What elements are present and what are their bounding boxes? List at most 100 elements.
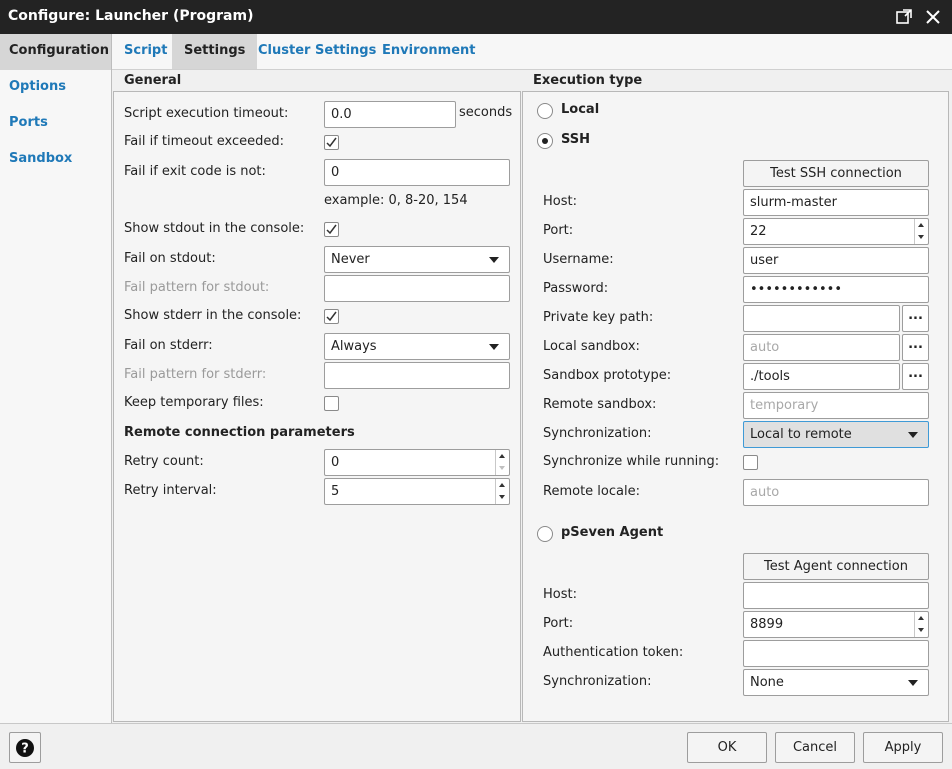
tab-settings[interactable]: Settings <box>172 34 258 69</box>
window-title: Configure: Launcher (Program) <box>8 8 254 24</box>
spin-up-icon[interactable] <box>499 454 505 458</box>
test-agent-button[interactable]: Test Agent connection <box>743 553 929 580</box>
checkmark-icon <box>326 137 337 148</box>
sidebar-item-ports[interactable]: Ports <box>0 106 111 142</box>
exec-title: Execution type <box>533 73 643 88</box>
agent-sync-value: None <box>750 675 784 690</box>
restore-window-icon[interactable] <box>894 6 916 28</box>
remote-sandbox-input[interactable]: temporary <box>743 392 929 419</box>
local-label: Local <box>561 102 600 117</box>
fail-exit-input[interactable]: 0 <box>324 159 510 186</box>
retry-count-spinbox[interactable]: 0 <box>324 449 510 476</box>
sync-running-checkbox[interactable] <box>743 455 758 470</box>
private-key-browse-button[interactable]: ... <box>902 305 929 332</box>
retry-count-label: Retry count: <box>124 454 204 469</box>
cancel-button[interactable]: Cancel <box>775 732 855 763</box>
chevron-down-icon <box>908 680 918 686</box>
spin-buttons[interactable] <box>914 219 928 244</box>
ssh-radio[interactable] <box>537 133 553 149</box>
ssh-host-input[interactable]: slurm-master <box>743 189 929 216</box>
sidebar-item-sandbox[interactable]: Sandbox <box>0 142 111 178</box>
show-stderr-checkbox[interactable] <box>324 309 339 324</box>
ssh-host-label: Host: <box>543 194 577 209</box>
ssh-username-label: Username: <box>543 252 614 267</box>
agent-port-spinbox[interactable]: 8899 <box>743 611 929 638</box>
sandbox-proto-input[interactable]: ./tools <box>743 363 900 390</box>
sidebar-item-configuration[interactable]: Configuration <box>0 34 111 70</box>
spin-up-icon[interactable] <box>499 483 505 487</box>
sidebar-item-options[interactable]: Options <box>0 70 111 106</box>
pattern-stderr-input[interactable] <box>324 362 510 389</box>
sync-running-label: Synchronize while running: <box>543 454 720 469</box>
agent-sync-label: Synchronization: <box>543 674 652 689</box>
fail-stderr-value: Always <box>331 339 377 354</box>
ssh-port-spinbox[interactable]: 22 <box>743 218 929 245</box>
close-icon[interactable] <box>922 6 944 28</box>
local-sandbox-browse-button[interactable]: ... <box>902 334 929 361</box>
spin-buttons[interactable] <box>495 450 509 475</box>
show-stdout-label: Show stdout in the console: <box>124 221 305 236</box>
show-stderr-label: Show stderr in the console: <box>124 308 302 323</box>
private-key-label: Private key path: <box>543 310 654 325</box>
spin-down-icon[interactable] <box>918 235 924 239</box>
timeout-label: Script execution timeout: <box>124 106 289 121</box>
spin-up-icon[interactable] <box>918 616 924 620</box>
sandbox-proto-label: Sandbox prototype: <box>543 368 672 383</box>
checkmark-icon <box>326 311 337 322</box>
exit-hint: example: 0, 8-20, 154 <box>324 193 468 208</box>
sandbox-proto-browse-button[interactable]: ... <box>902 363 929 390</box>
agent-token-label: Authentication token: <box>543 645 684 660</box>
remote-locale-input[interactable]: auto <box>743 479 929 506</box>
agent-token-input[interactable] <box>743 640 929 667</box>
local-radio[interactable] <box>537 103 553 119</box>
ssh-sync-select[interactable]: Local to remote <box>743 421 929 448</box>
retry-interval-spinbox[interactable]: 5 <box>324 478 510 505</box>
ssh-port-label: Port: <box>543 223 574 238</box>
tab-cluster-settings[interactable]: Cluster Settings <box>246 34 388 69</box>
agent-port-value: 8899 <box>750 617 784 632</box>
spin-down-icon[interactable] <box>499 495 505 499</box>
retry-interval-label: Retry interval: <box>124 483 217 498</box>
test-ssh-button[interactable]: Test SSH connection <box>743 160 929 187</box>
pattern-stdout-input[interactable] <box>324 275 510 302</box>
fail-stdout-label: Fail on stdout: <box>124 251 216 266</box>
apply-button[interactable]: Apply <box>863 732 943 763</box>
keep-temp-label: Keep temporary files: <box>124 395 264 410</box>
title-bar: Configure: Launcher (Program) <box>0 0 952 34</box>
dialog-footer: ? OK Cancel Apply <box>0 723 952 769</box>
help-button[interactable]: ? <box>9 732 41 763</box>
fail-stderr-label: Fail on stderr: <box>124 338 213 353</box>
ssh-password-input[interactable]: •••••••••••• <box>743 276 929 303</box>
local-sandbox-label: Local sandbox: <box>543 339 640 354</box>
show-stdout-checkbox[interactable] <box>324 222 339 237</box>
fail-stdout-value: Never <box>331 252 370 267</box>
retry-count-value: 0 <box>331 455 340 470</box>
fail-timeout-checkbox[interactable] <box>324 135 339 150</box>
tab-environment[interactable]: Environment <box>370 34 488 69</box>
ssh-port-value: 22 <box>750 224 767 239</box>
spin-buttons[interactable] <box>914 612 928 637</box>
remote-sandbox-label: Remote sandbox: <box>543 397 657 412</box>
timeout-input[interactable]: 0.0 <box>324 101 456 128</box>
sidebar: Configuration Options Ports Sandbox <box>0 34 112 723</box>
tab-script[interactable]: Script <box>112 34 179 69</box>
general-title: General <box>124 73 182 88</box>
spin-buttons[interactable] <box>495 479 509 504</box>
keep-temp-checkbox[interactable] <box>324 396 339 411</box>
spin-down-icon[interactable] <box>918 628 924 632</box>
agent-host-input[interactable] <box>743 582 929 609</box>
private-key-input[interactable] <box>743 305 900 332</box>
ssh-username-input[interactable]: user <box>743 247 929 274</box>
ssh-sync-label: Synchronization: <box>543 426 652 441</box>
svg-text:?: ? <box>21 742 29 757</box>
remote-locale-label: Remote locale: <box>543 484 640 499</box>
agent-sync-select[interactable]: None <box>743 669 929 696</box>
agent-radio[interactable] <box>537 526 553 542</box>
ok-button[interactable]: OK <box>687 732 767 763</box>
spin-down-icon[interactable] <box>499 466 505 470</box>
fail-stderr-select[interactable]: Always <box>324 333 510 360</box>
chevron-down-icon <box>489 257 499 263</box>
local-sandbox-input[interactable]: auto <box>743 334 900 361</box>
spin-up-icon[interactable] <box>918 223 924 227</box>
fail-stdout-select[interactable]: Never <box>324 246 510 273</box>
